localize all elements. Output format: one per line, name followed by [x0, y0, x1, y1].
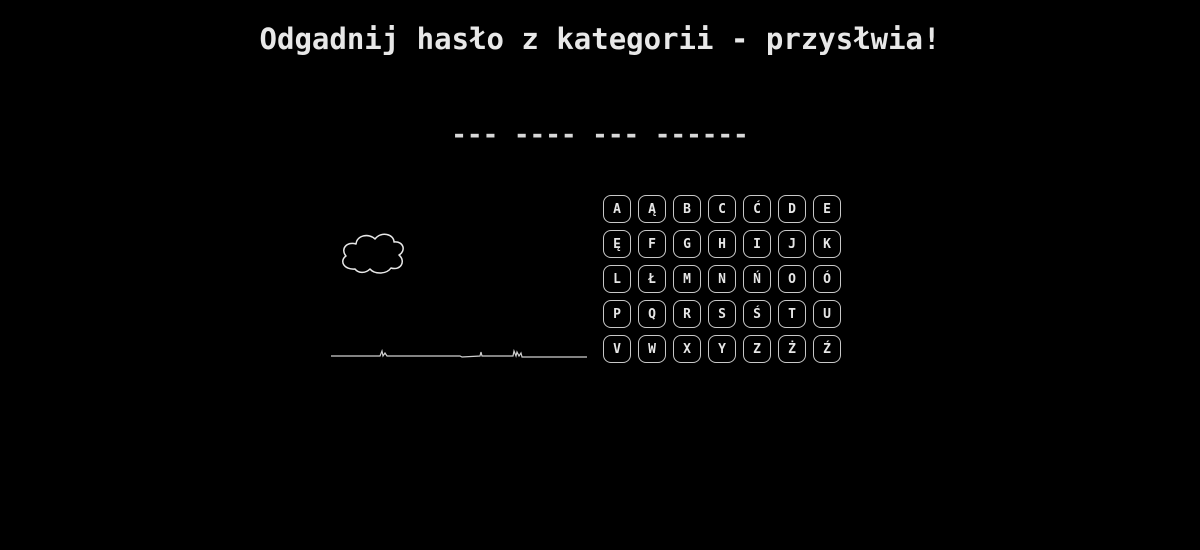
letter-key[interactable]: Z: [743, 335, 771, 363]
letter-key[interactable]: Ń: [743, 265, 771, 293]
letter-key[interactable]: Ż: [778, 335, 806, 363]
letter-key[interactable]: V: [603, 335, 631, 363]
letter-key[interactable]: N: [708, 265, 736, 293]
letter-key[interactable]: Ó: [813, 265, 841, 293]
cloud-icon: [342, 233, 404, 274]
letter-key[interactable]: H: [708, 230, 736, 258]
letter-key[interactable]: J: [778, 230, 806, 258]
page-title: Odgadnij hasło z kategorii - przysłwia!: [259, 22, 941, 56]
letter-key[interactable]: M: [673, 265, 701, 293]
letter-key[interactable]: Ź: [813, 335, 841, 363]
letter-keyboard: AĄBCĆDE ĘFGHIJK LŁMNŃOÓ PQRSŚTU VWXYZŻŹ: [603, 195, 848, 363]
letter-key[interactable]: Q: [638, 300, 666, 328]
ground-line: [331, 348, 587, 358]
letter-key[interactable]: Ę: [603, 230, 631, 258]
letter-key[interactable]: S: [708, 300, 736, 328]
letter-key[interactable]: I: [743, 230, 771, 258]
letter-key[interactable]: Ą: [638, 195, 666, 223]
letter-key[interactable]: B: [673, 195, 701, 223]
letter-key[interactable]: U: [813, 300, 841, 328]
letter-key[interactable]: Ś: [743, 300, 771, 328]
letter-key[interactable]: G: [673, 230, 701, 258]
letter-key[interactable]: T: [778, 300, 806, 328]
letter-key[interactable]: E: [813, 195, 841, 223]
letter-key[interactable]: W: [638, 335, 666, 363]
letter-key[interactable]: O: [778, 265, 806, 293]
masked-phrase: --- ---- --- ------: [451, 120, 749, 150]
letter-key[interactable]: Ł: [638, 265, 666, 293]
letter-key[interactable]: A: [603, 195, 631, 223]
letter-key[interactable]: D: [778, 195, 806, 223]
letter-key[interactable]: R: [673, 300, 701, 328]
letter-key[interactable]: P: [603, 300, 631, 328]
letter-key[interactable]: F: [638, 230, 666, 258]
letter-key[interactable]: C: [708, 195, 736, 223]
hangman-drawing: [331, 233, 587, 358]
letter-key[interactable]: K: [813, 230, 841, 258]
letter-key[interactable]: X: [673, 335, 701, 363]
letter-key[interactable]: Ć: [743, 195, 771, 223]
hangman-scene: [325, 220, 595, 370]
letter-key[interactable]: L: [603, 265, 631, 293]
letter-key[interactable]: Y: [708, 335, 736, 363]
